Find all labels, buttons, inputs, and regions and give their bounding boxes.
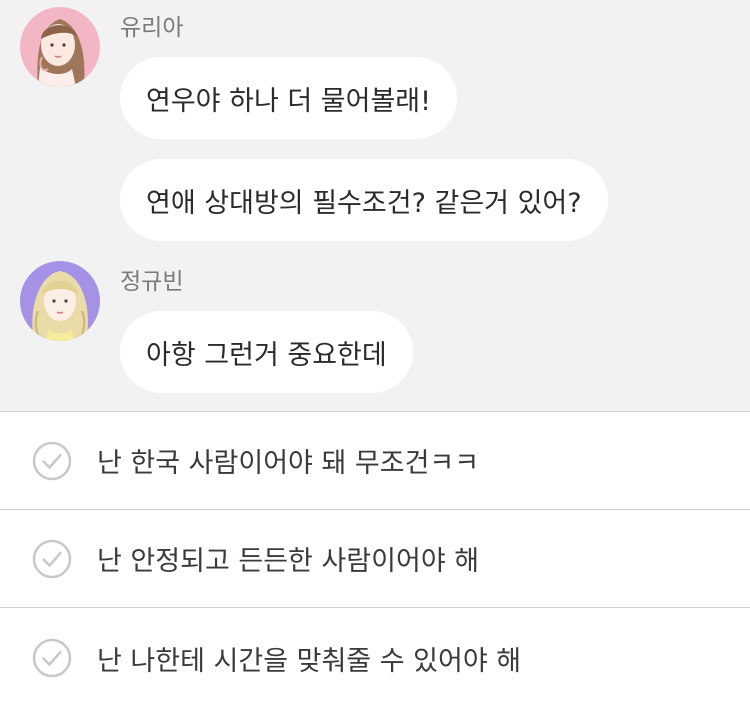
reply-option[interactable]: 난 한국 사람이어야 돼 무조건ㅋㅋ bbox=[0, 412, 750, 510]
check-circle-icon bbox=[32, 441, 72, 480]
reply-option-label: 난 안정되고 든든한 사람이어야 해 bbox=[97, 546, 480, 577]
sender-name: 유리아 bbox=[120, 15, 184, 41]
message-bubble: 연우야 하나 더 물어볼래! bbox=[120, 57, 457, 139]
reply-option[interactable]: 난 나한테 시간을 맞춰줄 수 있어야 해 bbox=[0, 609, 750, 707]
reply-options: 난 한국 사람이어야 돼 무조건ㅋㅋ 난 안정되고 든든한 사람이어야 해 난 … bbox=[0, 411, 750, 699]
avatar-jeonggyubin[interactable] bbox=[20, 261, 100, 341]
check-circle-icon bbox=[32, 638, 72, 678]
reply-option[interactable]: 난 안정되고 든든한 사람이어야 해 bbox=[0, 510, 750, 608]
sender-name: 정규빈 bbox=[120, 269, 184, 295]
message-bubble: 아항 그런거 중요한데 bbox=[120, 311, 413, 393]
reply-option-label: 난 한국 사람이어야 돼 무조건ㅋㅋ bbox=[97, 448, 480, 479]
message-bubble: 연애 상대방의 필수조건? 같은거 있어? bbox=[120, 159, 608, 241]
avatar-yuria[interactable] bbox=[20, 7, 100, 87]
chat-area: 유리아 연우야 하나 더 물어볼래! 연애 상대방의 필수조건? 같은거 있어?… bbox=[0, 0, 750, 411]
check-circle-icon bbox=[32, 539, 72, 578]
reply-option-label: 난 나한테 시간을 맞춰줄 수 있어야 해 bbox=[97, 645, 522, 677]
